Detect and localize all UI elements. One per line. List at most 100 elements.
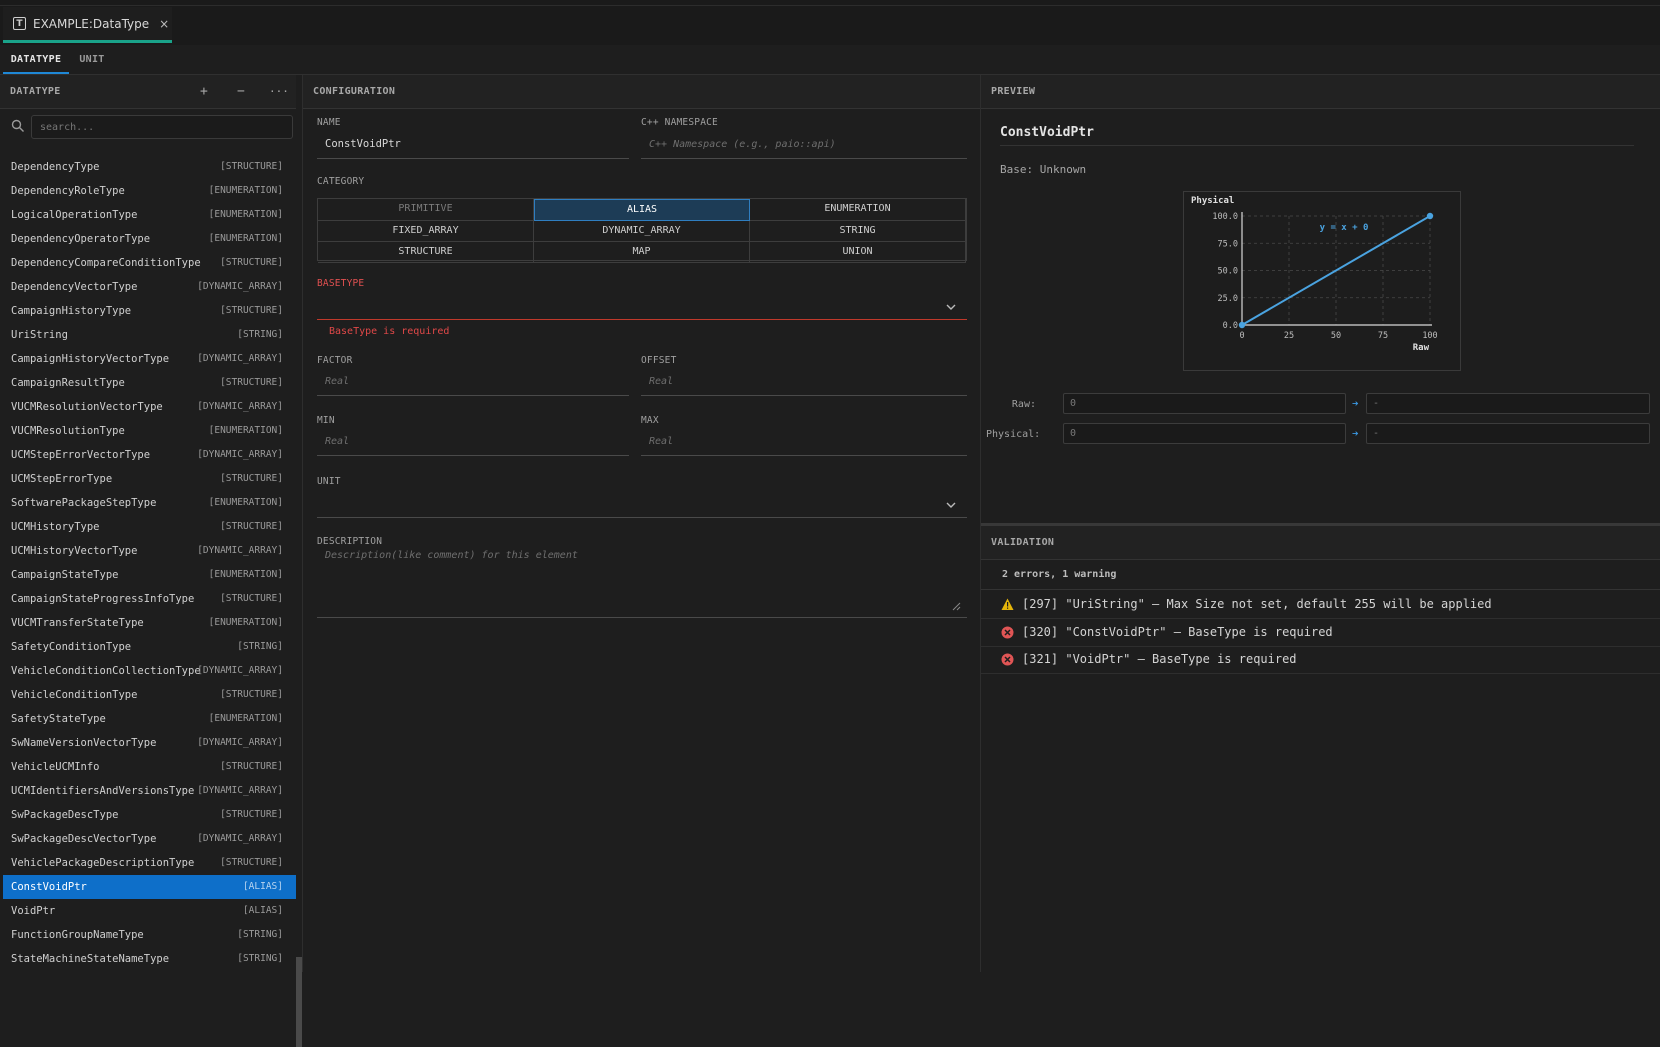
category-option[interactable]: MAP	[534, 242, 750, 263]
add-button[interactable]: +	[200, 75, 208, 109]
conversion-chart-svg: 0.0 25.0 50.0 75.0 100.0 0 25 50 75 100 Physical Ra…	[1191, 195, 1438, 353]
chart-x-tick-label: 75	[1378, 331, 1388, 341]
list-item-name: DependencyCompareConditionType	[11, 257, 201, 269]
unit-select[interactable]	[317, 488, 967, 518]
list-item[interactable]: VoidPtr [ALIAS]	[3, 899, 296, 923]
list-item[interactable]: CampaignStateType [ENUMERATION]	[3, 563, 296, 587]
chart-data-point	[1426, 212, 1434, 220]
validation-panel-title: VALIDATION	[991, 537, 1055, 548]
description-field[interactable]	[317, 548, 967, 617]
category-option[interactable]: ENUMERATION	[750, 199, 966, 221]
resize-grip-icon[interactable]	[952, 602, 961, 611]
close-icon[interactable]: ×	[159, 17, 169, 31]
raw-input[interactable]	[1064, 394, 1345, 413]
list-item[interactable]: UCMStepErrorVectorType [DYNAMIC_ARRAY]	[3, 443, 296, 467]
tab-datatype[interactable]: DATATYPE	[3, 45, 69, 74]
list-item[interactable]: SoftwarePackageStepType [ENUMERATION]	[3, 491, 296, 515]
physical-label: Physical:	[986, 429, 1041, 440]
list-item[interactable]: VUCMResolutionType [ENUMERATION]	[3, 419, 296, 443]
validation-item[interactable]: [321] "VoidPtr" – BaseType is required	[981, 645, 1660, 674]
chevron-down-icon	[946, 304, 956, 310]
list-item[interactable]: SwPackageDescVectorType [DYNAMIC_ARRAY]	[3, 827, 296, 851]
list-item[interactable]: UCMHistoryVectorType [DYNAMIC_ARRAY]	[3, 539, 296, 563]
list-item-category: [ENUMERATION]	[208, 425, 283, 436]
chart-y-tick-label: 50.0	[1218, 267, 1238, 277]
category-grid: PRIMITIVE ALIAS ENUMERATION FIXED_ARRAY DYNA…	[317, 198, 967, 263]
list-item-name: DependencyType	[11, 161, 100, 173]
category-option[interactable]: FIXED_ARRAY	[318, 221, 534, 242]
list-item-category: [ENUMERATION]	[208, 209, 283, 220]
list-item[interactable]: SafetyStateType [ENUMERATION]	[3, 707, 296, 731]
list-item-name: VUCMResolutionVectorType	[11, 401, 163, 413]
list-item[interactable]: SwNameVersionVectorType [DYNAMIC_ARRAY]	[3, 731, 296, 755]
physical-input[interactable]	[1064, 424, 1345, 443]
list-item[interactable]: CampaignHistoryVectorType [DYNAMIC_ARRAY]	[3, 347, 296, 371]
list-item[interactable]: UCMIdentifiersAndVersionsType [DYNAMIC_AR…	[3, 779, 296, 803]
conversion-chart: 0.0 25.0 50.0 75.0 100.0 0 25 50 75 100 Physical Ra…	[1183, 191, 1461, 371]
list-item[interactable]: CampaignHistoryType [STRUCTURE]	[3, 299, 296, 323]
name-field[interactable]	[317, 129, 629, 158]
offset-field[interactable]	[641, 366, 967, 395]
list-item[interactable]: FunctionGroupNameType [STRING]	[3, 923, 296, 947]
description-label: DESCRIPTION	[317, 536, 383, 547]
list-item-category: [DYNAMIC_ARRAY]	[197, 833, 283, 844]
list-item[interactable]: ConstVoidPtr [ALIAS]	[3, 875, 296, 899]
list-item[interactable]: LogicalOperationType [ENUMERATION]	[3, 203, 296, 227]
more-options-button[interactable]: ···	[269, 75, 289, 109]
list-item[interactable]: VUCMResolutionVectorType [DYNAMIC_ARRAY]	[3, 395, 296, 419]
list-item[interactable]: VehicleConditionType [STRUCTURE]	[3, 683, 296, 707]
list-item-category: [STRING]	[237, 953, 283, 964]
list-item-category: [DYNAMIC_ARRAY]	[197, 353, 283, 364]
list-item-name: LogicalOperationType	[11, 209, 138, 221]
list-item[interactable]: CampaignResultType [STRUCTURE]	[3, 371, 296, 395]
min-field[interactable]	[317, 426, 629, 455]
factor-field[interactable]	[317, 366, 629, 395]
list-item[interactable]: SafetyConditionType [STRING]	[3, 635, 296, 659]
list-item[interactable]: DependencyRoleType [ENUMERATION]	[3, 179, 296, 203]
category-option[interactable]: PRIMITIVE	[318, 199, 534, 221]
scrollbar-thumb[interactable]	[296, 957, 302, 1047]
error-icon	[1001, 626, 1014, 638]
category-option[interactable]: STRUCTURE	[318, 242, 534, 263]
list-item[interactable]: SwPackageDescType [STRUCTURE]	[3, 803, 296, 827]
validation-item[interactable]: [320] "ConstVoidPtr" – BaseType is requi…	[981, 618, 1660, 647]
configuration-panel-header: CONFIGURATION	[303, 75, 980, 109]
list-item-name: CampaignResultType	[11, 377, 125, 389]
list-item-name: SoftwarePackageStepType	[11, 497, 157, 509]
editor-tab[interactable]: T EXAMPLE:DataType ×	[3, 7, 172, 43]
list-item-name: DependencyOperatorType	[11, 233, 151, 245]
category-option[interactable]: UNION	[750, 242, 966, 263]
list-item[interactable]: DependencyType [STRUCTURE]	[3, 155, 296, 179]
category-option[interactable]: ALIAS	[534, 199, 750, 221]
list-item[interactable]: CampaignStateProgressInfoType [STRUCTURE]	[3, 587, 296, 611]
list-item[interactable]: DependencyVectorType [DYNAMIC_ARRAY]	[3, 275, 296, 299]
list-item[interactable]: UriString [STRING]	[3, 323, 296, 347]
name-label: NAME	[317, 117, 341, 128]
list-item-category: [STRUCTURE]	[220, 377, 283, 388]
basetype-error-message: BaseType is required	[329, 326, 450, 337]
category-option[interactable]: STRING	[750, 221, 966, 242]
list-item[interactable]: UCMStepErrorType [STRUCTURE]	[3, 467, 296, 491]
list-item-category: [STRING]	[237, 641, 283, 652]
max-field[interactable]	[641, 426, 967, 455]
search-input[interactable]	[32, 116, 292, 138]
list-item[interactable]: UCMHistoryType [STRUCTURE]	[3, 515, 296, 539]
namespace-label: C++ NAMESPACE	[641, 117, 718, 128]
list-item[interactable]: VehicleUCMInfo [STRUCTURE]	[3, 755, 296, 779]
remove-button[interactable]: −	[237, 75, 245, 109]
unit-label: UNIT	[317, 476, 341, 487]
category-option[interactable]: DYNAMIC_ARRAY	[534, 221, 750, 242]
list-item[interactable]: StateMachineStateNameType [STRING]	[3, 947, 296, 971]
namespace-field[interactable]	[641, 129, 967, 158]
list-item[interactable]: VehiclePackageDescriptionType [STRUCTURE]	[3, 851, 296, 875]
list-item[interactable]: VehicleConditionCollectionType [DYNAMIC_A…	[3, 659, 296, 683]
min-label: MIN	[317, 415, 335, 426]
basetype-select[interactable]	[317, 290, 967, 320]
list-item[interactable]: VUCMTransferStateType [ENUMERATION]	[3, 611, 296, 635]
arrow-right-icon: ➔	[1352, 427, 1359, 440]
list-item[interactable]: DependencyCompareConditionType [STRUCTURE…	[3, 251, 296, 275]
validation-item[interactable]: [297] "UriString" – Max Size not set, de…	[981, 590, 1660, 619]
tab-unit[interactable]: UNIT	[72, 45, 112, 74]
namespace-field-container	[641, 129, 967, 159]
list-item[interactable]: DependencyOperatorType [ENUMERATION]	[3, 227, 296, 251]
